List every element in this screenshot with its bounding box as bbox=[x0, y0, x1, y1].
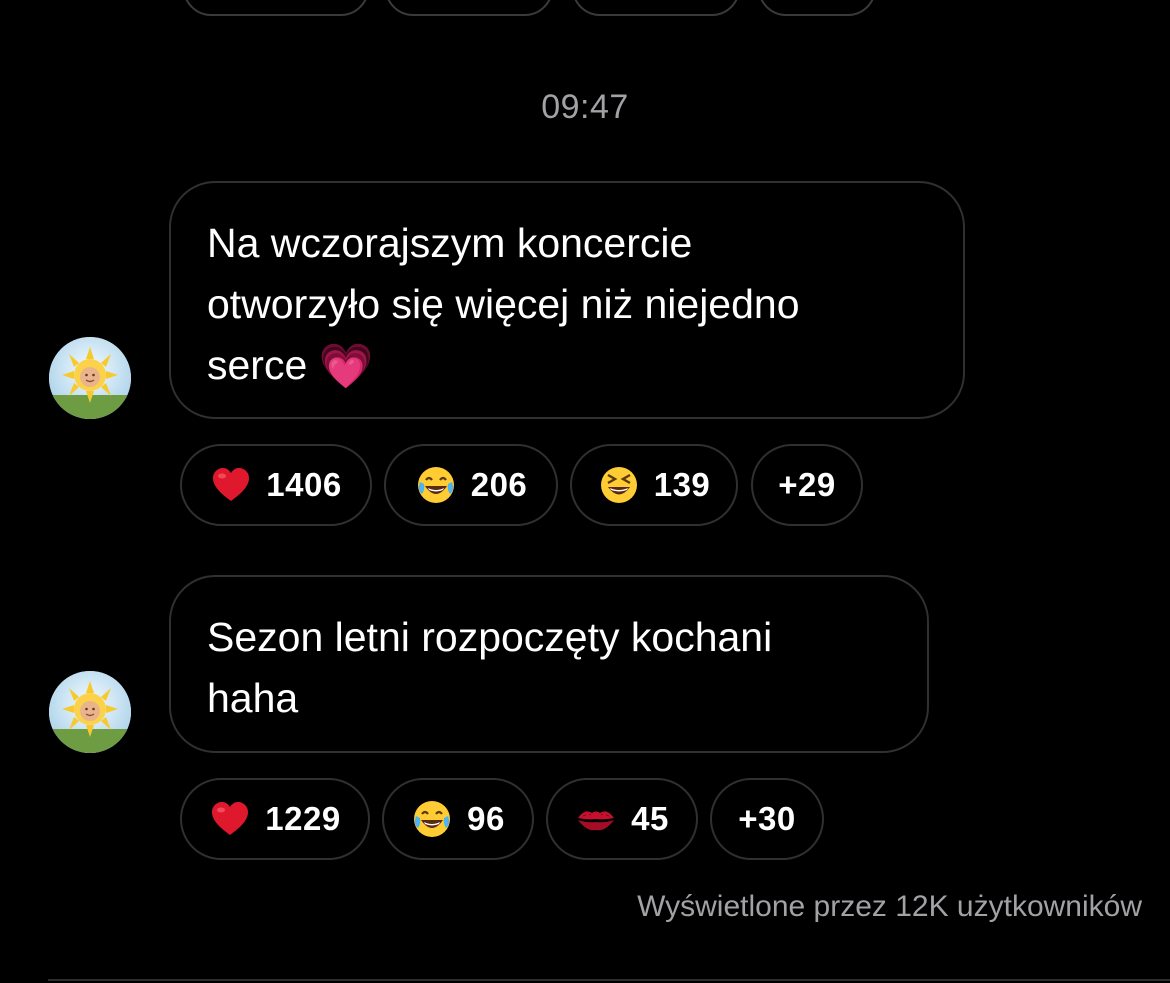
message-timestamp: 09:47 bbox=[541, 88, 629, 126]
reaction-heart[interactable]: 1406 bbox=[180, 444, 372, 526]
sun-baby-avatar[interactable] bbox=[49, 337, 131, 419]
previous-reaction-pill[interactable] bbox=[385, 0, 553, 16]
reaction-count: 139 bbox=[653, 466, 711, 503]
tears-of-joy-icon bbox=[414, 801, 451, 837]
divider bbox=[48, 979, 1170, 981]
more-reactions-count: +29 bbox=[778, 466, 836, 503]
more-reactions-count: +30 bbox=[738, 800, 796, 837]
reaction-count: 1229 bbox=[265, 800, 341, 837]
message-bubble[interactable]: Sezon letni rozpoczęty kochani haha bbox=[169, 575, 929, 753]
reaction-count: 45 bbox=[631, 800, 669, 837]
previous-reactions-row bbox=[0, 0, 1170, 20]
previous-reaction-pill[interactable] bbox=[758, 0, 876, 16]
reaction-heart[interactable]: 1229 bbox=[180, 778, 370, 860]
pink-heart-icon: 💗 bbox=[318, 342, 374, 391]
message-text: Na wczorajszym koncercie otworzyło się w… bbox=[207, 220, 800, 391]
reaction-count: 96 bbox=[467, 800, 505, 837]
reaction-count: 206 bbox=[470, 466, 528, 503]
seen-by-status[interactable]: Wyświetlone przez 12K użytkowników bbox=[637, 890, 1142, 924]
message-bubble[interactable]: Na wczorajszym koncercie otworzyło się w… bbox=[169, 181, 965, 419]
sun-baby-avatar[interactable] bbox=[49, 671, 131, 753]
grinning-squinting-icon bbox=[600, 467, 637, 503]
message-text: Sezon letni rozpoczęty kochani haha bbox=[207, 614, 773, 721]
reaction-kiss[interactable]: 45 bbox=[546, 778, 698, 860]
previous-reaction-pill[interactable] bbox=[572, 0, 740, 16]
red-heart-icon bbox=[212, 802, 249, 835]
reaction-grin[interactable]: 139 bbox=[570, 444, 738, 526]
reaction-more[interactable]: +30 bbox=[710, 778, 824, 860]
reaction-more[interactable]: +29 bbox=[751, 444, 863, 526]
reaction-count: 1406 bbox=[266, 466, 342, 503]
tears-of-joy-icon bbox=[417, 467, 454, 503]
reaction-laugh[interactable]: 206 bbox=[384, 444, 558, 526]
reaction-laugh[interactable]: 96 bbox=[382, 778, 534, 860]
kiss-mark-icon bbox=[578, 811, 615, 831]
previous-reaction-pill[interactable] bbox=[183, 0, 369, 16]
red-heart-icon bbox=[213, 468, 250, 501]
